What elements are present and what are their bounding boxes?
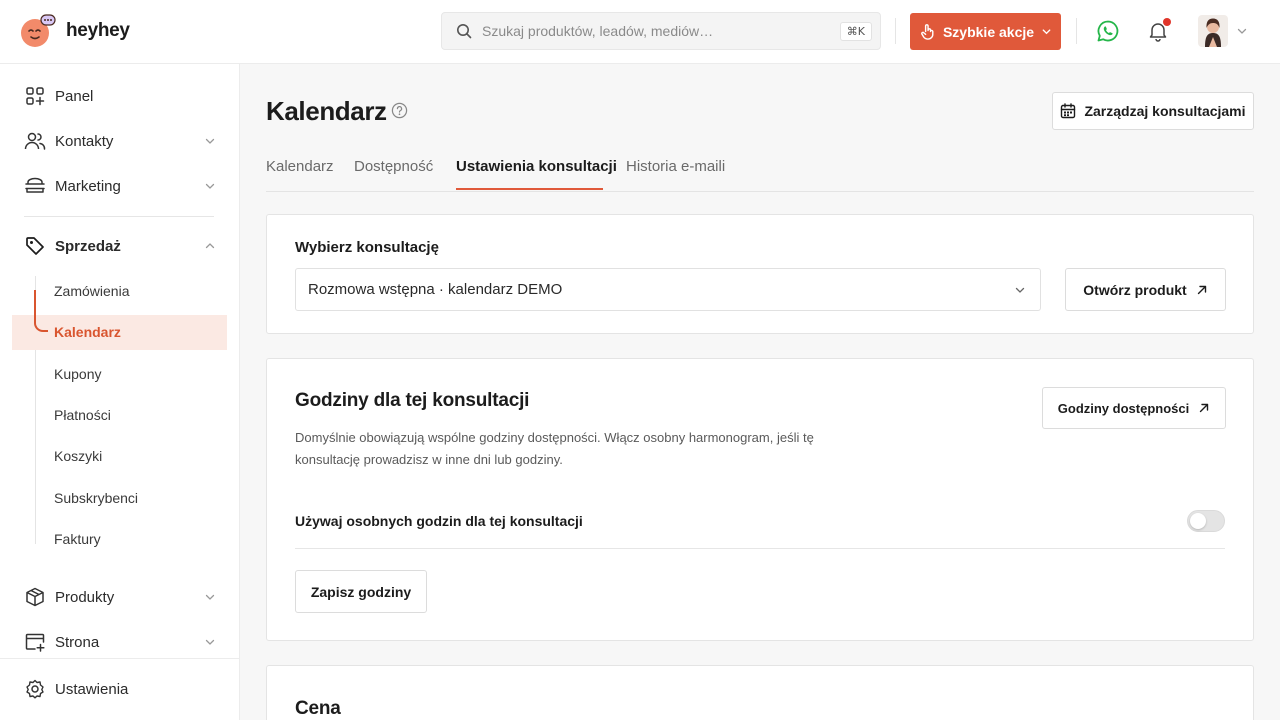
sidebar-subitem-subskrybenci[interactable]: Subskrybenci — [54, 490, 138, 506]
search-input[interactable] — [482, 23, 840, 39]
hand-pointer-icon — [919, 23, 936, 40]
row-divider — [295, 548, 1225, 549]
chevron-up-icon — [204, 240, 216, 252]
logo[interactable]: heyhey — [20, 14, 130, 48]
sidebar-subitem-koszyki[interactable]: Koszyki — [54, 448, 102, 464]
sidebar-item-label: Strona — [55, 634, 99, 651]
separate-hours-label: Używaj osobnych godzin dla tej konsultac… — [295, 513, 583, 529]
sidebar-item-strona[interactable]: Strona — [24, 627, 216, 657]
tab-ustawienia-konsultacji[interactable]: Ustawienia konsultacji — [456, 158, 617, 175]
toggle-knob — [1190, 513, 1206, 529]
quick-actions-button[interactable]: Szybkie akcje — [910, 13, 1061, 50]
consultation-select-label: Wybierz konsultację — [295, 239, 439, 256]
user-avatar-icon — [1198, 15, 1228, 47]
sidebar-item-marketing[interactable]: Marketing — [24, 171, 216, 201]
availability-hours-button[interactable]: Godziny dostępności — [1042, 387, 1226, 429]
sidebar-item-label: Produkty — [55, 589, 114, 606]
price-card: Cena — [266, 665, 1254, 720]
chevron-down-icon[interactable] — [1236, 25, 1248, 37]
gear-icon — [24, 678, 46, 700]
browser-add-icon — [24, 631, 46, 653]
brand-name: heyhey — [66, 20, 130, 42]
box-icon — [24, 586, 46, 608]
availability-hours-label: Godziny dostępności — [1058, 401, 1189, 416]
chevron-down-icon — [1014, 284, 1026, 296]
save-hours-label: Zapisz godziny — [311, 584, 411, 600]
manage-consultations-label: Zarządzaj konsultacjami — [1084, 103, 1245, 119]
calendar-icon — [1060, 103, 1076, 119]
topbar: heyhey ⌘K Szybkie akcje — [0, 0, 1280, 64]
chevron-down-icon — [204, 180, 216, 192]
sidebar-item-ustawienia[interactable]: Ustawienia — [24, 674, 216, 704]
consultation-select-value: Rozmowa wstępna · kalendarz DEMO — [308, 281, 562, 298]
grid-icon — [24, 85, 46, 107]
sidebar-item-kontakty[interactable]: Kontakty — [24, 126, 216, 156]
whatsapp-button[interactable] — [1093, 16, 1123, 46]
chevron-down-icon — [204, 636, 216, 648]
sidebar-item-sprzedaz[interactable]: Sprzedaż — [24, 231, 216, 261]
arrow-up-right-icon — [1198, 402, 1210, 414]
sidebar-item-label: Panel — [55, 88, 93, 105]
megaphone-icon — [24, 175, 46, 197]
sidebar-divider — [24, 216, 214, 217]
search-icon — [456, 23, 472, 39]
search-bar[interactable]: ⌘K — [441, 12, 881, 50]
notifications-button[interactable] — [1143, 16, 1173, 46]
arrow-up-right-icon — [1196, 284, 1208, 296]
users-icon — [24, 130, 46, 152]
avatar[interactable] — [1198, 15, 1228, 47]
sidebar-subitem-zamowienia[interactable]: Zamówienia — [54, 283, 129, 299]
tab-bar: Kalendarz Dostępność Ustawienia konsulta… — [266, 150, 1254, 192]
consultation-hours-card: Godziny dla tej konsultacji Godziny dost… — [266, 358, 1254, 641]
submenu-active-connector — [34, 290, 48, 332]
tag-icon — [24, 235, 46, 257]
divider — [895, 18, 896, 44]
sidebar-subitem-faktury[interactable]: Faktury — [54, 531, 101, 547]
hours-card-title: Godziny dla tej konsultacji — [295, 390, 529, 412]
consultation-select-card: Wybierz konsultację Rozmowa wstępna · ka… — [266, 214, 1254, 334]
sidebar-item-label: Marketing — [55, 178, 121, 195]
sidebar-subitem-platnosci[interactable]: Płatności — [54, 407, 111, 423]
sidebar-subitem-kalendarz[interactable]: Kalendarz — [54, 324, 121, 340]
separate-hours-toggle[interactable] — [1187, 510, 1225, 532]
sidebar-divider — [0, 658, 240, 659]
sidebar: Panel Kontakty Marketing Sprzedaż Zamówi… — [0, 64, 240, 720]
whatsapp-icon — [1096, 19, 1120, 43]
save-hours-button[interactable]: Zapisz godziny — [295, 570, 427, 613]
manage-consultations-button[interactable]: Zarządzaj konsultacjami — [1052, 92, 1254, 130]
consultation-select[interactable]: Rozmowa wstępna · kalendarz DEMO — [295, 268, 1041, 311]
quick-actions-label: Szybkie akcje — [943, 24, 1034, 40]
page-title: Kalendarz — [266, 96, 387, 127]
divider — [1076, 18, 1077, 44]
sidebar-item-label: Kontakty — [55, 133, 113, 150]
notification-dot — [1163, 18, 1171, 26]
chevron-down-icon — [204, 591, 216, 603]
tab-historia-emaili[interactable]: Historia e-maili — [626, 158, 725, 175]
open-product-label: Otwórz produkt — [1083, 282, 1186, 298]
tab-kalendarz[interactable]: Kalendarz — [266, 158, 334, 175]
open-product-button[interactable]: Otwórz produkt — [1065, 268, 1226, 311]
active-tab-indicator — [456, 188, 603, 190]
sidebar-item-label: Sprzedaż — [55, 238, 121, 255]
sidebar-item-produkty[interactable]: Produkty — [24, 582, 216, 612]
sidebar-item-panel[interactable]: Panel — [24, 81, 216, 111]
sidebar-item-label: Ustawienia — [55, 681, 128, 698]
tab-dostepnosc[interactable]: Dostępność — [354, 158, 433, 175]
search-shortcut: ⌘K — [840, 22, 872, 41]
chevron-down-icon — [1041, 26, 1052, 37]
help-icon[interactable] — [391, 102, 408, 119]
hours-description: Domyślnie obowiązują wspólne godziny dos… — [295, 427, 855, 471]
chevron-down-icon — [204, 135, 216, 147]
sidebar-subitem-kupony[interactable]: Kupony — [54, 366, 101, 382]
price-card-title: Cena — [295, 698, 341, 720]
logo-face-icon — [20, 14, 54, 48]
